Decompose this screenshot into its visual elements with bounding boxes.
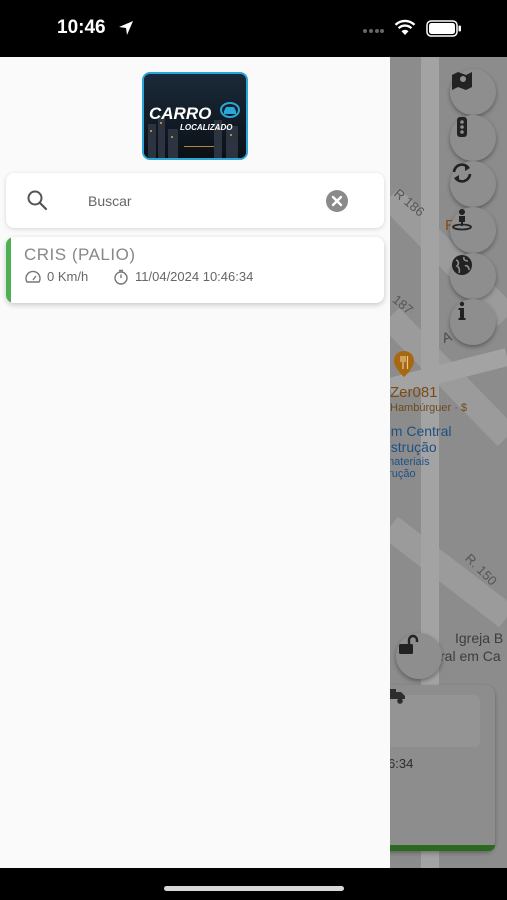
side-drawer: CARRO LOCALIZADO CRIS (PALIO) 0 Km/h xyxy=(0,57,390,868)
poi-name: Zer081 xyxy=(390,384,438,401)
lock-button[interactable] xyxy=(396,633,442,679)
map-type-button[interactable] xyxy=(450,69,496,115)
unlock-icon xyxy=(399,634,419,654)
timer-icon xyxy=(114,269,128,285)
vehicle-speed: 0 Km/h xyxy=(47,269,89,284)
status-bar: 10:46 xyxy=(0,0,507,57)
home-indicator[interactable] xyxy=(164,886,344,891)
logo-text-carro: CARRO xyxy=(149,104,211,123)
status-time: 10:46 xyxy=(57,17,106,38)
logo-text-localizado: LOCALIZADO xyxy=(180,123,233,132)
place-label: Igreja B xyxy=(455,630,504,646)
place-label: materiais xyxy=(385,456,430,468)
place-label: nstrução xyxy=(383,439,437,455)
location-arrow-icon xyxy=(119,21,133,35)
wifi-icon xyxy=(394,19,416,35)
vehicle-info-progress xyxy=(380,845,495,851)
home-indicator-area xyxy=(0,868,507,900)
map-icon xyxy=(452,72,472,90)
clear-search-icon[interactable] xyxy=(325,189,349,213)
my-location-button[interactable] xyxy=(450,207,496,253)
vehicle-info-time: 6:34 xyxy=(388,756,414,771)
vehicle-status-indicator xyxy=(6,237,11,303)
poi-category: Hambúrguer · $ xyxy=(390,402,468,414)
refresh-icon xyxy=(452,163,472,183)
battery-icon xyxy=(426,20,461,37)
info-icon xyxy=(458,301,466,320)
signal-dots-icon xyxy=(363,29,384,33)
place-label: ral em Ca xyxy=(440,648,501,664)
vehicle-list-item[interactable]: CRIS (PALIO) 0 Km/h 11/04/2024 10:46:34 xyxy=(6,237,384,303)
speedometer-icon xyxy=(25,270,41,283)
search-icon xyxy=(27,190,48,211)
app-logo: CARRO LOCALIZADO xyxy=(142,72,248,160)
person-pin-icon xyxy=(452,209,472,231)
traffic-button[interactable] xyxy=(450,115,496,161)
place-label: ém Central xyxy=(383,423,452,439)
refresh-button[interactable] xyxy=(450,161,496,207)
vehicle-info-card[interactable]: 6:34 xyxy=(380,685,495,851)
vehicle-last-update: 11/04/2024 10:46:34 xyxy=(135,269,254,284)
search-bar xyxy=(6,173,384,228)
restaurant-pin-icon[interactable] xyxy=(393,350,415,378)
traffic-light-icon xyxy=(457,117,467,137)
globe-icon xyxy=(452,255,472,275)
search-input[interactable] xyxy=(88,188,318,214)
vehicle-name: CRIS (PALIO) xyxy=(24,245,136,264)
info-button[interactable] xyxy=(450,299,496,345)
globe-button[interactable] xyxy=(450,253,496,299)
